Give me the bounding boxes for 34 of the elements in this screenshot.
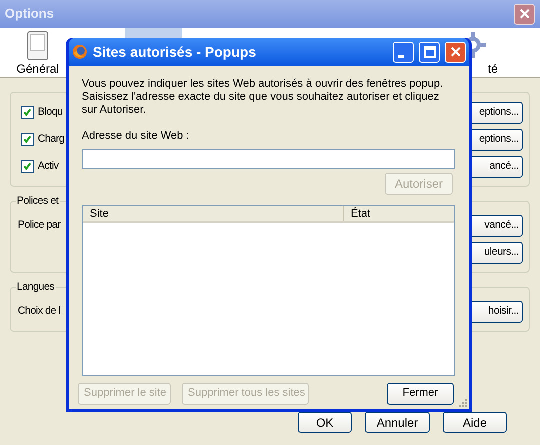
close-icon bbox=[450, 46, 462, 58]
option-label: Police par bbox=[18, 218, 61, 233]
field-label: Adresse du site Web : bbox=[82, 129, 190, 144]
column-header[interactable]: Site bbox=[83, 206, 344, 220]
check-icon bbox=[23, 135, 32, 144]
check-icon bbox=[23, 108, 32, 117]
checkbox[interactable] bbox=[21, 133, 34, 146]
checkbox[interactable] bbox=[21, 160, 34, 173]
dialog-button[interactable]: Aide bbox=[443, 412, 507, 433]
option-label: Charg bbox=[38, 132, 65, 147]
close-button[interactable] bbox=[514, 4, 535, 24]
dialog-title: Sites autorisés - Popups bbox=[93, 42, 256, 62]
globe-icon bbox=[72, 44, 88, 60]
dialog-button[interactable]: Fermer bbox=[387, 382, 454, 404]
minimize-icon bbox=[398, 54, 404, 58]
resize-grip-icon bbox=[457, 397, 468, 408]
option-label: Choix de l bbox=[18, 304, 61, 319]
option-label: Bloqu bbox=[38, 104, 63, 120]
maximize-button[interactable] bbox=[419, 42, 440, 62]
checkbox[interactable] bbox=[21, 106, 34, 119]
tab-label: té bbox=[488, 62, 498, 76]
dialog-button[interactable]: OK bbox=[298, 412, 352, 433]
window-title: Options bbox=[5, 5, 54, 24]
address-field[interactable] bbox=[82, 148, 455, 168]
option-label: Activ bbox=[38, 158, 59, 174]
minimize-button[interactable] bbox=[393, 42, 414, 62]
maximize-icon bbox=[424, 46, 436, 58]
tab-label: Général bbox=[16, 62, 60, 76]
check-icon bbox=[23, 162, 32, 171]
close-button[interactable] bbox=[445, 42, 466, 62]
switch-icon bbox=[27, 31, 49, 61]
close-icon bbox=[518, 8, 530, 20]
group-legend: Langues bbox=[16, 280, 56, 294]
dialog-button[interactable]: Annuler bbox=[365, 412, 430, 433]
